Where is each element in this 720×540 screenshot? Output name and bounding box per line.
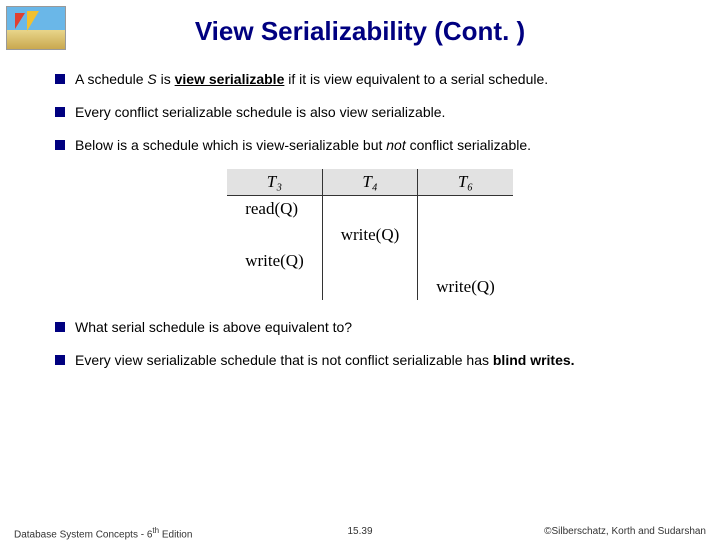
bullet-item: A schedule S is view serializable if it … bbox=[55, 70, 685, 89]
table-row: write(Q) bbox=[227, 248, 513, 274]
bullet-text: A schedule S is view serializable if it … bbox=[75, 70, 548, 89]
bullet-square-icon bbox=[55, 140, 65, 150]
table-row: read(Q) bbox=[227, 195, 513, 222]
schedule-table-wrap: T₃ T₄ T₆ read(Q) write(Q) write(Q) bbox=[55, 169, 685, 300]
table-row: write(Q) bbox=[227, 222, 513, 248]
bullet-square-icon bbox=[55, 355, 65, 365]
bullet-text: Every view serializable schedule that is… bbox=[75, 351, 575, 370]
bullet-text: What serial schedule is above equivalent… bbox=[75, 318, 352, 337]
schedule-table: T₃ T₄ T₆ read(Q) write(Q) write(Q) bbox=[227, 169, 513, 300]
bullet-item: Below is a schedule which is view-serial… bbox=[55, 136, 685, 155]
bullet-square-icon bbox=[55, 74, 65, 84]
bullet-item: What serial schedule is above equivalent… bbox=[55, 318, 685, 337]
logo-image bbox=[6, 6, 66, 50]
col-header: T₆ bbox=[418, 169, 513, 196]
slide-title: View Serializability (Cont. ) bbox=[0, 0, 720, 47]
table-row: write(Q) bbox=[227, 274, 513, 300]
slide-content: A schedule S is view serializable if it … bbox=[55, 70, 685, 383]
footer-right: ©Silberschatz, Korth and Sudarshan bbox=[544, 526, 706, 537]
bullet-item: Every conflict serializable schedule is … bbox=[55, 103, 685, 122]
bullet-square-icon bbox=[55, 107, 65, 117]
bullet-text: Below is a schedule which is view-serial… bbox=[75, 136, 531, 155]
bullet-square-icon bbox=[55, 322, 65, 332]
bullet-text: Every conflict serializable schedule is … bbox=[75, 103, 445, 122]
col-header: T₄ bbox=[322, 169, 418, 196]
col-header: T₃ bbox=[227, 169, 322, 196]
bullet-item: Every view serializable schedule that is… bbox=[55, 351, 685, 370]
